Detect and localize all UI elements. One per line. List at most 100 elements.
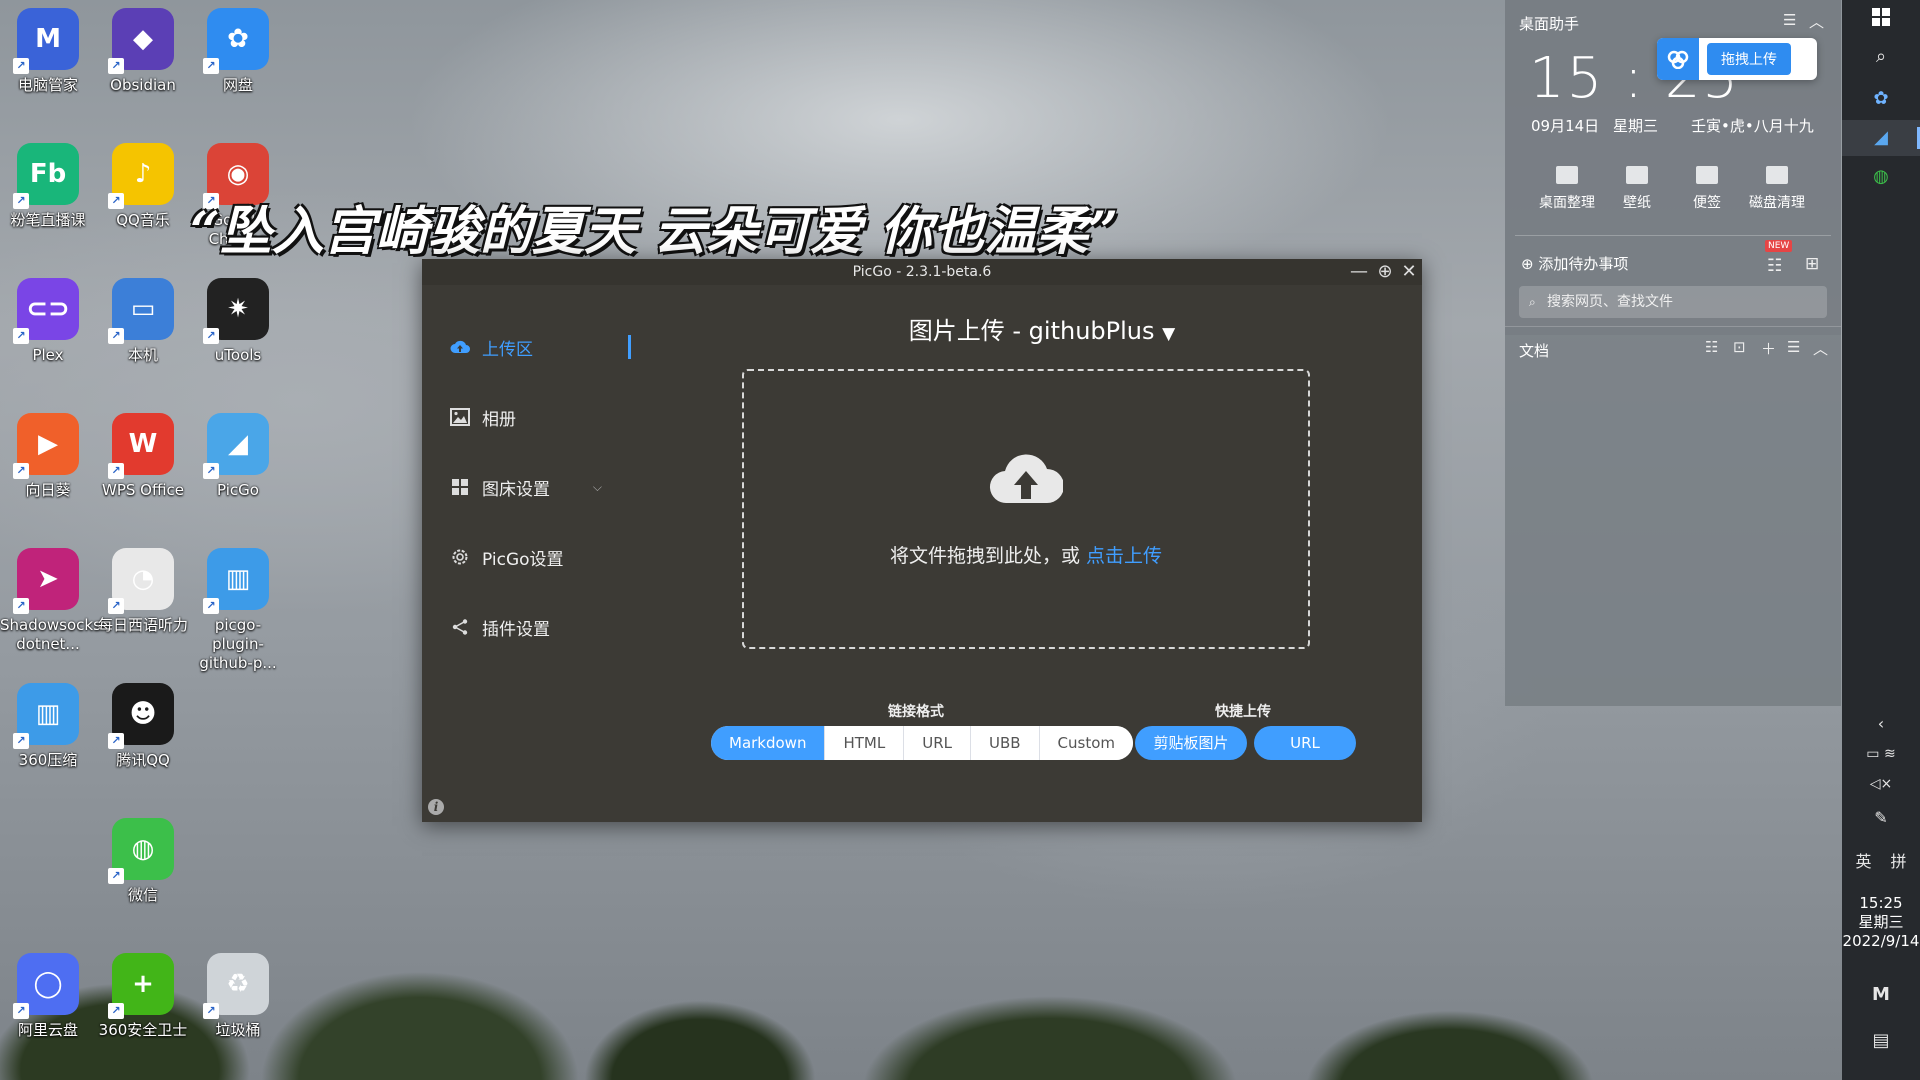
assistant-title: 桌面助手 xyxy=(1519,15,1580,33)
wallpaper-banner-text: “坠入宫崎骏的夏天 云朵可爱 你也温柔” xyxy=(190,201,1119,260)
sidebar-item-label: PicGo设置 xyxy=(482,549,564,570)
add-icon[interactable]: ＋ xyxy=(1761,338,1776,359)
app-icon: ☻ ↗ xyxy=(108,683,174,749)
app-icon-glyph: ▥ xyxy=(35,698,61,729)
assistant-date: 09月14日 xyxy=(1531,117,1600,135)
battery-wifi-icons[interactable]: ▭ ≋ xyxy=(1842,746,1920,762)
desktop-icon[interactable]: ☻ ↗ 腾讯QQ xyxy=(95,683,191,770)
add-todo-button[interactable]: ⊕ 添加待办事项 xyxy=(1521,253,1628,274)
drag-upload-widget[interactable]: 拖拽上传 xyxy=(1657,38,1817,80)
desktop-icon-label: 每日西语听力 xyxy=(97,616,188,634)
tool-desktop-organize[interactable]: 桌面整理 xyxy=(1527,166,1607,212)
close-button[interactable]: ✕ xyxy=(1396,259,1422,285)
format-ubb-button[interactable]: UBB xyxy=(970,726,1040,760)
app-icon-glyph: ◯ xyxy=(33,968,63,999)
desktop-icon[interactable]: M ↗ 电脑管家 xyxy=(0,8,96,95)
app-icon: ▥ ↗ xyxy=(13,683,79,749)
desktop-icon[interactable]: ♪ ↗ QQ音乐 xyxy=(95,143,191,230)
lock-icon[interactable]: ⊡ xyxy=(1733,338,1746,356)
app-icon-glyph: ▥ xyxy=(225,563,251,594)
window-title: PicGo - 2.3.1-beta.6 xyxy=(852,264,992,280)
menu-icon[interactable]: ☰ xyxy=(1787,338,1800,356)
desktop-icon-label: picgo-plugin-github-p... xyxy=(199,616,277,672)
pin-button[interactable]: ⊕ xyxy=(1372,259,1398,285)
desktop-assistant-panel: 桌面助手 ☰ ︿ 15 : 25 拖拽上传 09月14日 星期三 壬寅•虎•八月… xyxy=(1505,0,1841,335)
desktop-icon-label: WPS Office xyxy=(102,481,184,499)
desktop-icon[interactable]: + ↗ 360安全卫士 xyxy=(95,953,191,1040)
menu-icon[interactable]: ☰ xyxy=(1783,11,1796,29)
tool-wallpaper[interactable]: 壁纸 xyxy=(1597,166,1677,212)
desktop-icon-label: 网盘 xyxy=(222,76,253,94)
clipboard-upload-button[interactable]: 剪贴板图片 xyxy=(1135,726,1247,760)
shortcut-arrow-icon: ↗ xyxy=(108,463,124,479)
windows-start-icon[interactable] xyxy=(1842,8,1920,31)
assistant-search-input[interactable]: ⌕ 搜索网页、查找文件 xyxy=(1519,286,1827,318)
upload-title-dropdown[interactable]: 图片上传 - githubPlus ▼ xyxy=(842,311,1242,346)
desktop-icon[interactable]: ✷ ↗ uTools xyxy=(190,278,286,365)
pen-icon[interactable]: ✎ xyxy=(1842,808,1920,827)
desktop-icon[interactable]: ◔ ↗ 每日西语听力 xyxy=(95,548,191,635)
app-icon-glyph: ◔ xyxy=(131,563,155,594)
plus-circle-icon: ⊕ xyxy=(1521,255,1534,273)
sidebar-item-picgo-settings[interactable]: PicGo设置 xyxy=(450,537,630,577)
shortcut-arrow-icon: ↗ xyxy=(13,58,29,74)
tool-disk-cleanup[interactable]: 磁盘清理 xyxy=(1737,166,1817,212)
desktop-icon-label: 腾讯QQ xyxy=(116,751,170,769)
notification-icon[interactable]: ▤ xyxy=(1842,1030,1920,1051)
netdisk-taskbar-icon[interactable]: ✿ xyxy=(1842,82,1920,116)
cloud-upload-icon xyxy=(990,454,1063,504)
desktop-icon[interactable]: ◍ ↗ 微信 xyxy=(95,818,191,905)
desktop-icon[interactable]: ✿ ↗ 网盘 xyxy=(190,8,286,95)
format-html-button[interactable]: HTML xyxy=(825,726,905,760)
desktop-icon[interactable]: Fb ↗ 粉笔直播课 xyxy=(0,143,96,230)
app-icon-glyph: ◢ xyxy=(228,428,248,459)
docs-title: 文档 xyxy=(1519,342,1550,360)
desktop-icon[interactable]: ▶ ↗ 向日葵 xyxy=(0,413,96,500)
desktop-icon[interactable]: ♻ ↗ 垃圾桶 xyxy=(190,953,286,1040)
mute-icon[interactable]: ◁× xyxy=(1842,776,1920,792)
desktop-icon[interactable]: ➤ ↗ Shadowsocks-dotnet... xyxy=(0,548,106,654)
chevron-left-icon[interactable]: ‹ xyxy=(1842,714,1920,733)
sidebar-item-pic-bed-settings[interactable]: 图床设置 ⌵ xyxy=(450,467,630,507)
ime-toggle[interactable]: 英 拼 xyxy=(1842,848,1920,872)
sidebar-item-plugin-settings[interactable]: 插件设置 xyxy=(450,607,630,647)
list-icon[interactable]: ☷ xyxy=(1705,338,1718,356)
collapse-icon[interactable]: ︿ xyxy=(1813,338,1828,359)
wechat-taskbar-icon[interactable]: ◍ xyxy=(1842,160,1920,194)
collapse-icon[interactable]: ︿ xyxy=(1809,11,1824,32)
sidebar-item-gallery[interactable]: 相册 xyxy=(450,397,630,437)
picgo-taskbar-icon[interactable]: ◢ xyxy=(1842,120,1920,156)
pc-manager-tray-icon[interactable]: M xyxy=(1842,984,1920,1005)
desktop-icon[interactable]: ▭ ↗ 本机 xyxy=(95,278,191,365)
info-icon[interactable]: i xyxy=(428,799,444,815)
desktop-icon[interactable]: ▥ ↗ picgo-plugin-github-p... xyxy=(190,548,286,673)
desktop-icon-label: 本机 xyxy=(127,346,158,364)
format-url-button[interactable]: URL xyxy=(904,726,971,760)
desktop-icon[interactable]: ◯ ↗ 阿里云盘 xyxy=(0,953,96,1040)
format-markdown-button[interactable]: Markdown xyxy=(711,726,826,760)
shortcut-arrow-icon: ↗ xyxy=(13,463,29,479)
click-upload-link[interactable]: 点击上传 xyxy=(1086,545,1162,567)
search-icon[interactable]: ⌕ xyxy=(1842,46,1920,67)
desktop-icon[interactable]: ⊂⊃ ↗ Plex xyxy=(0,278,96,365)
grid-icon xyxy=(450,477,470,497)
window-titlebar[interactable]: PicGo - 2.3.1-beta.6 — ⊕ ✕ xyxy=(422,259,1422,285)
desktop-icon[interactable]: ◆ ↗ Obsidian xyxy=(95,8,191,95)
url-upload-button[interactable]: URL xyxy=(1254,726,1356,760)
format-custom-button[interactable]: Custom xyxy=(1039,726,1134,760)
qr-code-icon[interactable]: ⊞ xyxy=(1805,254,1819,274)
sidebar-item-upload[interactable]: 上传区 xyxy=(450,327,630,367)
documents-panel: 文档 ☷ ⊡ ＋ ☰ ︿ xyxy=(1505,326,1841,706)
app-icon-glyph: ☻ xyxy=(129,698,157,729)
desktop-icon[interactable]: ▥ ↗ 360压缩 xyxy=(0,683,96,770)
system-clock[interactable]: 15:25 星期三 2022/9/14 xyxy=(1842,894,1920,951)
desktop-icon[interactable]: W ↗ WPS Office xyxy=(95,413,191,500)
tool-sticky-note[interactable]: 便签 xyxy=(1667,166,1747,212)
upload-dropzone[interactable]: 将文件拖拽到此处，或 点击上传 xyxy=(742,369,1310,649)
desktop-icon[interactable]: ◢ ↗ PicGo xyxy=(190,413,286,500)
add-list-icon[interactable]: ☷ xyxy=(1767,256,1782,276)
app-icon: ◉ ↗ xyxy=(203,143,269,209)
vertical-taskbar: ⌕ ✿ ◢ ◍ ‹ ▭ ≋ ◁× ✎ 英 拼 15:25 星期三 2022/9/… xyxy=(1842,0,1920,1080)
minimize-button[interactable]: — xyxy=(1346,259,1372,285)
shortcut-arrow-icon: ↗ xyxy=(108,193,124,209)
